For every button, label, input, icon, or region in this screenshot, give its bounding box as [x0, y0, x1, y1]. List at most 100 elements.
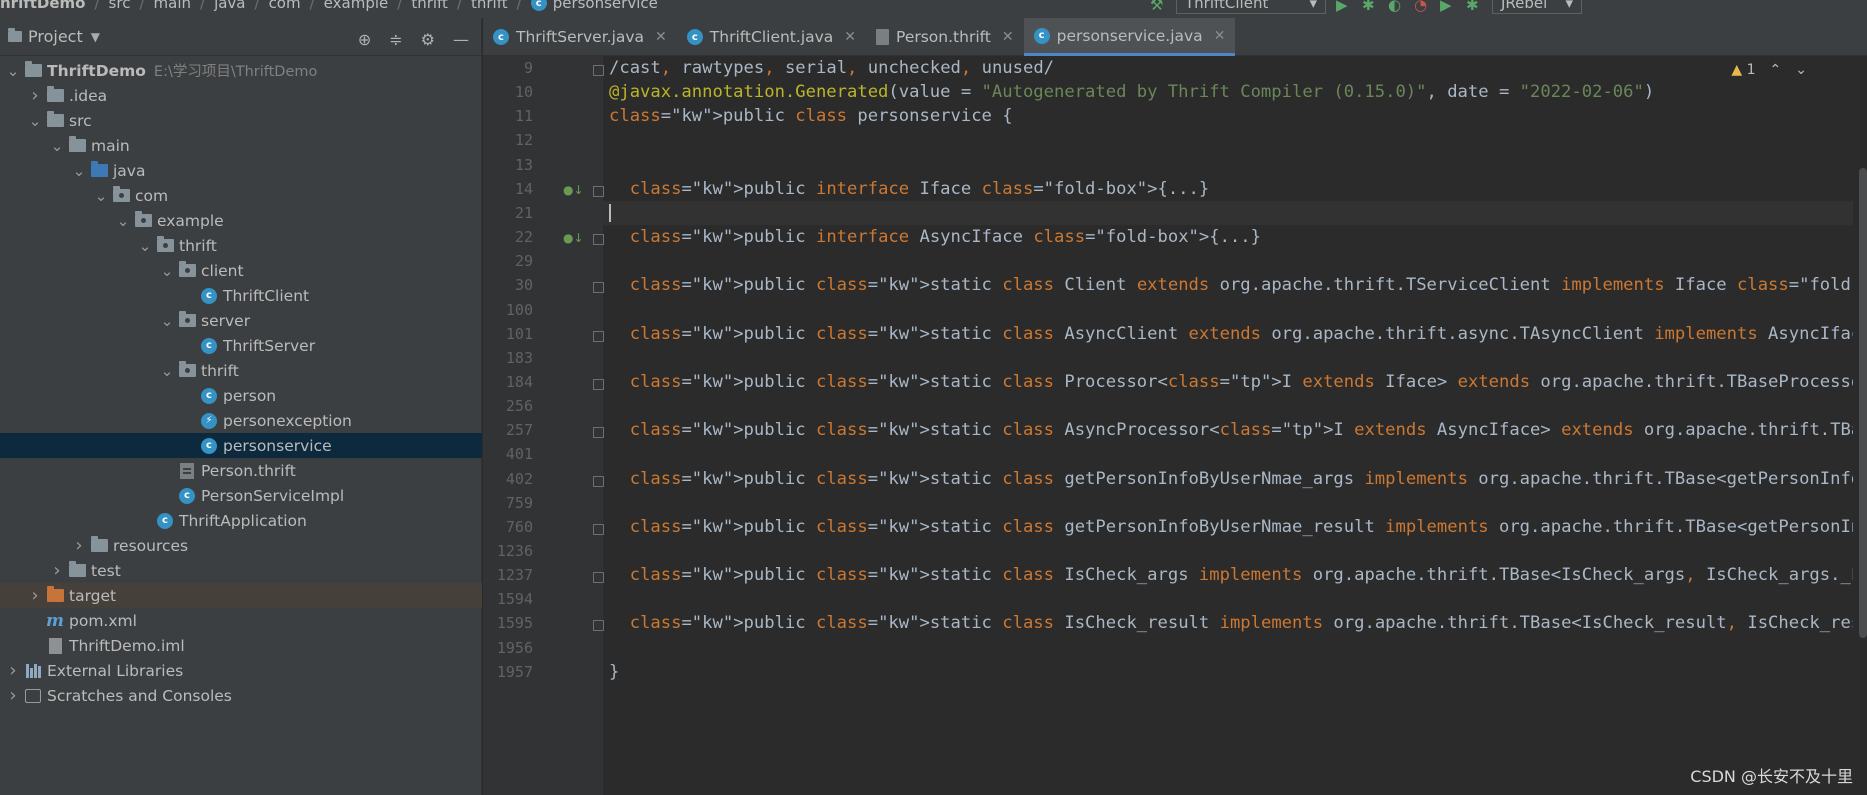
- chevron-down-icon[interactable]: ▼: [91, 30, 100, 44]
- tree-item[interactable]: ⌄ thrift: [0, 358, 482, 383]
- close-icon[interactable]: ✕: [844, 29, 856, 45]
- warning-count: 1: [1746, 62, 1756, 78]
- tab-personservice[interactable]: c personservice.java ✕: [1023, 18, 1236, 56]
- chevron-down-icon[interactable]: ⌄: [94, 187, 108, 205]
- code-line: class="kw">public class="kw">static clas…: [629, 516, 1853, 537]
- jrebel-dropdown[interactable]: JRebel ▾: [1492, 0, 1582, 14]
- breadcrumb-item[interactable]: personservice: [553, 0, 658, 12]
- chevron-right-icon[interactable]: ›: [28, 585, 42, 606]
- close-icon[interactable]: ✕: [1214, 28, 1226, 44]
- tree-item[interactable]: Person.thrift: [0, 458, 482, 483]
- tree-item[interactable]: ⌄ src: [0, 108, 482, 133]
- project-panel-tools: ⊕ ≑ ⚙ —: [358, 30, 469, 49]
- locate-icon[interactable]: ⊕: [358, 30, 371, 49]
- package-icon: [156, 236, 174, 252]
- breadcrumb-item[interactable]: main: [154, 0, 191, 12]
- tree-item-label: ThriftDemo.iml: [69, 636, 185, 655]
- coverage-icon[interactable]: ◐: [1388, 0, 1404, 14]
- breadcrumb-item[interactable]: thrift: [471, 0, 508, 12]
- breadcrumb-separator: /: [200, 0, 206, 12]
- chevron-up-icon[interactable]: ⌃: [1770, 62, 1782, 78]
- breadcrumb-item[interactable]: java: [214, 0, 245, 12]
- debug-icon[interactable]: ✱: [1362, 0, 1378, 14]
- chevron-down-icon[interactable]: ⌄: [50, 137, 64, 155]
- chevron-down-icon[interactable]: ⌄: [138, 237, 152, 255]
- run-icon[interactable]: ▶: [1336, 0, 1352, 14]
- chevron-right-icon[interactable]: ›: [6, 660, 20, 681]
- tree-item[interactable]: › target: [0, 583, 482, 608]
- folder-icon: [68, 136, 86, 152]
- chevron-down-icon[interactable]: ⌄: [1795, 62, 1807, 78]
- breadcrumb-separator: /: [456, 0, 462, 12]
- chevron-down-icon[interactable]: ⌄: [6, 62, 20, 80]
- gear-icon[interactable]: ⚙: [421, 30, 435, 49]
- chevron-down-icon[interactable]: ⌄: [160, 262, 174, 280]
- vertical-scrollbar[interactable]: [1859, 168, 1867, 638]
- tree-item[interactable]: ⌄ thrift: [0, 233, 482, 258]
- tab-label: ThriftClient.java: [709, 28, 834, 46]
- breadcrumb-item[interactable]: example: [324, 0, 389, 12]
- tab-person-thrift[interactable]: Person.thrift ✕: [866, 18, 1024, 56]
- code-editor[interactable]: /cast, rawtypes, serial, unchecked, unus…: [603, 56, 1853, 795]
- breadcrumb-item[interactable]: src: [109, 0, 131, 12]
- tree-item-label: person: [223, 386, 277, 405]
- breadcrumb-separator: /: [309, 0, 315, 12]
- tree-item[interactable]: › test: [0, 558, 482, 583]
- tree-item[interactable]: ⌄ client: [0, 258, 482, 283]
- chevron-down-icon[interactable]: ⌄: [28, 112, 42, 130]
- chevron-down-icon[interactable]: ⌄: [72, 162, 86, 180]
- tab-thriftclient[interactable]: c ThriftClient.java ✕: [677, 18, 866, 56]
- tree-item-icon: c: [156, 512, 174, 529]
- line-number: 1957: [496, 662, 533, 681]
- tab-thriftserver[interactable]: c ThriftServer.java ✕: [483, 18, 677, 56]
- tree-item[interactable]: c ThriftApplication: [0, 508, 482, 533]
- chevron-right-icon[interactable]: ›: [72, 535, 86, 556]
- collapse-all-icon[interactable]: ≑: [389, 30, 402, 49]
- tree-item[interactable]: ⚡ personexception: [0, 408, 482, 433]
- implemented-marker-icon[interactable]: ●↓: [563, 183, 584, 197]
- tree-item[interactable]: › Scratches and Consoles: [0, 683, 482, 708]
- line-number: 256: [505, 397, 533, 416]
- implemented-marker-icon[interactable]: ●↓: [563, 231, 584, 245]
- tree-item[interactable]: › External Libraries: [0, 658, 482, 683]
- rebel-run-icon[interactable]: ▶: [1440, 0, 1456, 14]
- chevron-down-icon[interactable]: ⌄: [160, 312, 174, 330]
- chevron-right-icon[interactable]: ›: [28, 85, 42, 106]
- chevron-down-icon[interactable]: ⌄: [160, 362, 174, 380]
- tree-item[interactable]: ⌄ ThriftDemo E:\学习项目\ThriftDemo: [0, 58, 482, 83]
- tree-item[interactable]: › resources: [0, 533, 482, 558]
- close-icon[interactable]: ✕: [1002, 29, 1014, 45]
- tree-item[interactable]: ThriftDemo.iml: [0, 633, 482, 658]
- tree-item-icon: c: [200, 337, 218, 354]
- tree-item[interactable]: c person: [0, 383, 482, 408]
- code-line: }: [609, 661, 620, 682]
- breadcrumb-item[interactable]: thrift: [411, 0, 448, 12]
- hide-icon[interactable]: —: [453, 30, 469, 49]
- tree-item-icon: c: [200, 287, 218, 304]
- profile-icon[interactable]: ◔: [1414, 0, 1430, 14]
- tree-item[interactable]: m pom.xml: [0, 608, 482, 633]
- tree-item[interactable]: c ThriftClient: [0, 283, 482, 308]
- tree-item[interactable]: c personservice: [0, 433, 482, 458]
- tree-item[interactable]: ⌄ example: [0, 208, 482, 233]
- close-icon[interactable]: ✕: [655, 29, 667, 45]
- tree-item[interactable]: ⌄ com: [0, 183, 482, 208]
- tree-item[interactable]: c PersonServiceImpl: [0, 483, 482, 508]
- tree-item[interactable]: ⌄ server: [0, 308, 482, 333]
- chevron-right-icon[interactable]: ›: [6, 685, 20, 706]
- chevron-down-icon[interactable]: ⌄: [116, 212, 130, 230]
- tree-item[interactable]: › .idea: [0, 83, 482, 108]
- run-config-dropdown[interactable]: ThriftClient ▾: [1176, 0, 1326, 14]
- inspection-widget[interactable]: ▲ 1 ⌃ ⌄: [1731, 62, 1807, 78]
- tree-item[interactable]: ⌄ java: [0, 158, 482, 183]
- tree-item[interactable]: c ThriftServer: [0, 333, 482, 358]
- breadcrumb-item[interactable]: com: [269, 0, 301, 12]
- rebel-debug-icon[interactable]: ✱: [1466, 0, 1482, 14]
- hammer-icon[interactable]: ⚒: [1150, 0, 1166, 14]
- tree-item[interactable]: ⌄ main: [0, 133, 482, 158]
- project-panel-title[interactable]: Project: [28, 27, 83, 46]
- line-number: 257: [505, 421, 533, 440]
- breadcrumb-item[interactable]: hriftDemo: [0, 0, 85, 12]
- chevron-right-icon[interactable]: ›: [50, 560, 64, 581]
- line-number-gutter[interactable]: 9 10 11 12 13 14 21 22 29 30 100 101 183 184 256 257 401…: [483, 56, 604, 795]
